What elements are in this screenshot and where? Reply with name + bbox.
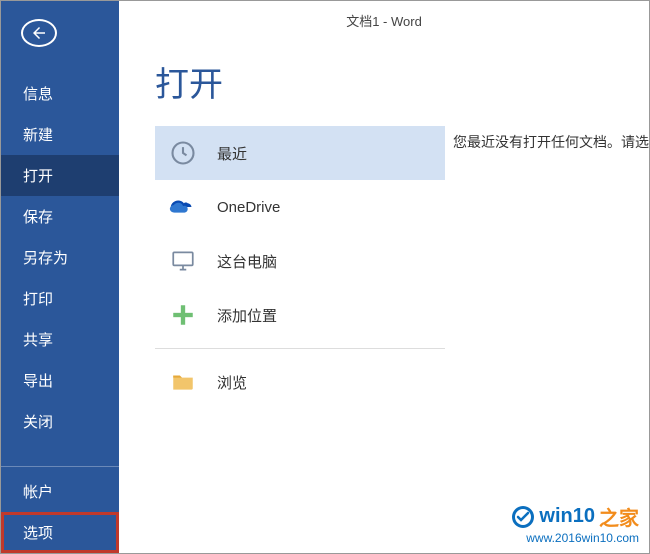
nav-share[interactable]: 共享 [1,319,119,360]
recent-empty-message: 您最近没有打开任何文档。请选 [445,126,649,409]
nav-open[interactable]: 打开 [1,155,119,196]
nav-options[interactable]: 选项 [1,512,119,553]
nav-save[interactable]: 保存 [1,196,119,237]
watermark-brand1: win10 [539,505,595,528]
location-label: 这台电脑 [217,251,277,272]
watermark-logo: win10之家 [511,502,639,531]
watermark-brand2: 之家 [599,502,639,531]
document-title: 文档1 - Word [119,11,649,30]
location-label: 添加位置 [217,305,277,326]
location-label: 浏览 [217,372,247,393]
nav-gap [1,442,119,460]
open-panel: 最近 OneDrive [119,126,649,409]
backstage-sidebar: 信息 新建 打开 保存 另存为 打印 共享 导出 关闭 帐户 选项 [1,1,119,553]
word-backstage: 信息 新建 打开 保存 另存为 打印 共享 导出 关闭 帐户 选项 文档1 - … [0,0,650,554]
page-title: 打开 [155,57,649,106]
plus-icon [165,297,201,333]
nav-close[interactable]: 关闭 [1,401,119,442]
nav-saveas[interactable]: 另存为 [1,237,119,278]
watermark: win10之家 www.2016win10.com [511,502,639,545]
onedrive-icon [165,189,201,225]
backstage-content: 文档1 - Word 打开 最近 [119,1,649,553]
location-label: OneDrive [217,199,280,216]
back-button[interactable] [21,19,57,47]
location-addplace[interactable]: 添加位置 [155,288,445,342]
arrow-left-icon [30,24,48,42]
location-browse[interactable]: 浏览 [155,355,445,409]
clock-icon [165,135,201,171]
locations-list: 最近 OneDrive [155,126,445,409]
nav-list: 信息 新建 打开 保存 另存为 打印 共享 导出 关闭 帐户 选项 [1,73,119,553]
nav-new[interactable]: 新建 [1,114,119,155]
locations-separator [155,348,445,349]
nav-separator [1,466,119,467]
globe-check-icon [511,505,535,529]
watermark-url: www.2016win10.com [511,531,639,545]
location-thispc[interactable]: 这台电脑 [155,234,445,288]
folder-icon [165,364,201,400]
nav-export[interactable]: 导出 [1,360,119,401]
nav-print[interactable]: 打印 [1,278,119,319]
location-label: 最近 [217,143,247,164]
location-recent[interactable]: 最近 [155,126,445,180]
location-onedrive[interactable]: OneDrive [155,180,445,234]
nav-account[interactable]: 帐户 [1,471,119,512]
computer-icon [165,243,201,279]
nav-info[interactable]: 信息 [1,73,119,114]
